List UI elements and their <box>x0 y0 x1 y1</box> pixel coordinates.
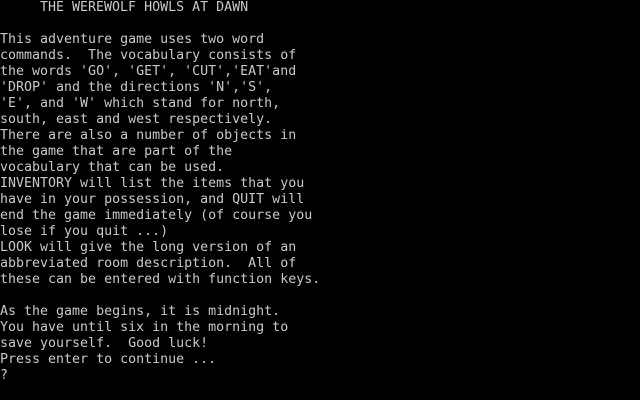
input-prompt-symbol: ? <box>0 368 9 383</box>
intro-line-12: end the game immediately (of course you <box>0 208 313 223</box>
intro-line-13: lose if you quit ...) <box>0 224 169 239</box>
intro-line-7: There are also a number of objects in <box>0 128 297 143</box>
input-prompt[interactable]: ? <box>0 368 8 384</box>
intro-line-9: vocabulary that can be used. <box>0 160 225 175</box>
intro-line-14: LOOK will give the long version of an <box>0 240 297 255</box>
game-title: THE WEREWOLF HOWLS AT DAWN <box>40 0 249 15</box>
intro-line-6: south, east and west respectively. <box>0 112 273 127</box>
start-line-3: save yourself. Good luck! <box>0 336 209 351</box>
game-screen: THE WEREWOLF HOWLS AT DAWN This adventur… <box>0 0 640 400</box>
intro-line-4: 'DROP' and the directions 'N','S', <box>0 80 273 95</box>
intro-line-3: the words 'GO', 'GET', 'CUT','EAT'and <box>0 64 297 79</box>
continue-prompt: Press enter to continue ... <box>0 352 217 367</box>
start-line-2: You have until six in the morning to <box>0 320 289 335</box>
intro-line-10: INVENTORY will list the items that you <box>0 176 305 191</box>
start-line-1: As the game begins, it is midnight. <box>0 304 281 319</box>
intro-line-15: abbreviated room description. All of <box>0 256 297 271</box>
intro-line-11: have in your possession, and QUIT will <box>0 192 305 207</box>
intro-line-2: commands. The vocabulary consists of <box>0 48 297 63</box>
intro-line-5: 'E', and 'W' which stand for north, <box>0 96 281 111</box>
intro-line-8: the game that are part of the <box>0 144 233 159</box>
intro-line-16: these can be entered with function keys. <box>0 272 321 287</box>
intro-line-1: This adventure game uses two word <box>0 32 265 47</box>
